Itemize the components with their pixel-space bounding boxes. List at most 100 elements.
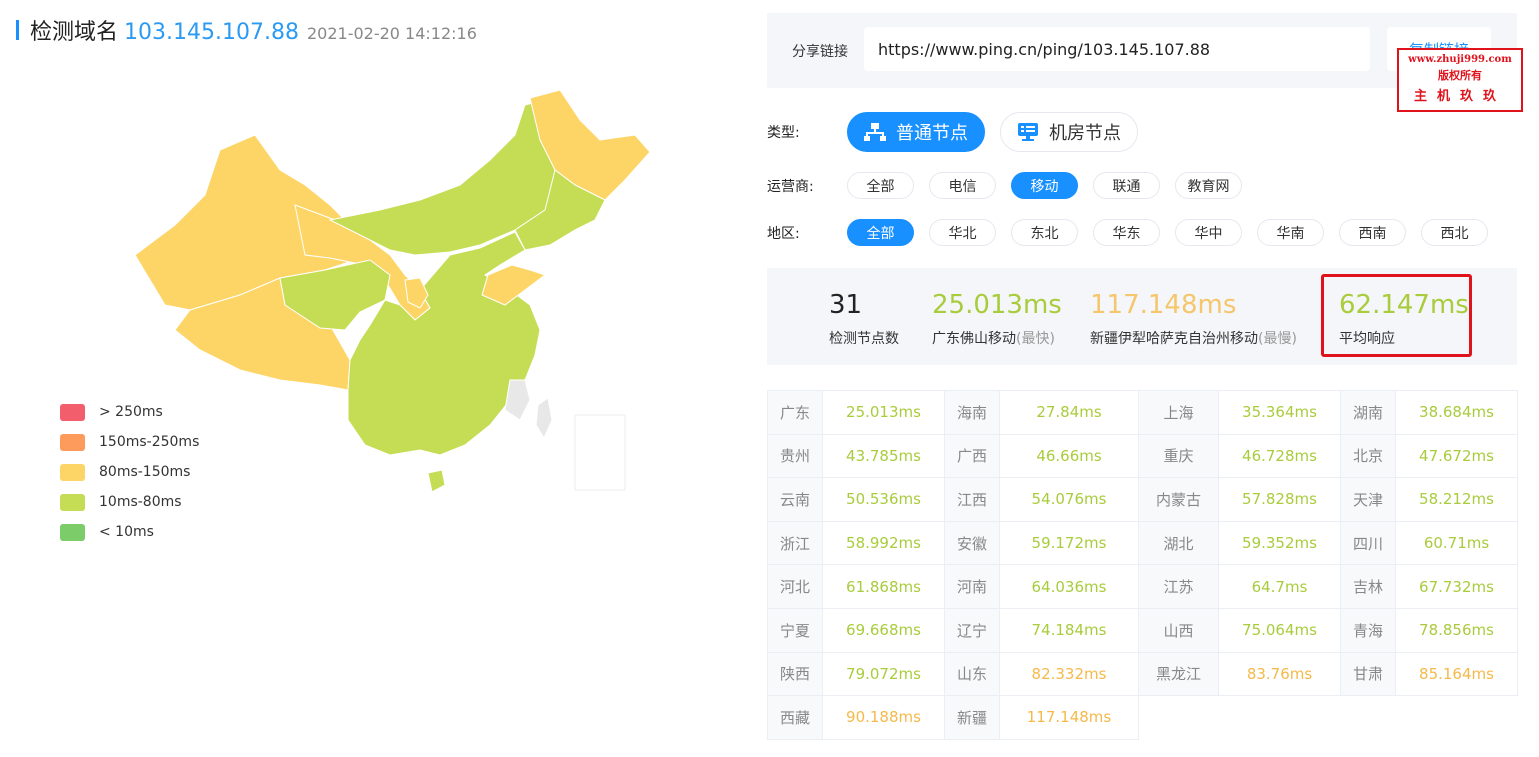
isp-mobile-button[interactable]: 移动 (1011, 172, 1078, 199)
isp-filter-label: 运营商: (767, 178, 814, 195)
region-south-button[interactable]: 华南 (1257, 219, 1324, 246)
region-east-button[interactable]: 华东 (1093, 219, 1160, 246)
latency-cell: 38.684ms (1395, 390, 1518, 435)
province-cell: 四川 (1340, 520, 1396, 566)
stat-slowest-location: 新疆伊犁哈萨克自治州移动 (1090, 331, 1258, 347)
map-region-hainan[interactable] (427, 469, 446, 493)
stat-slowest: 117.148ms 新疆伊犁哈萨克自治州移动(最慢) (1090, 288, 1297, 348)
isp-unicom-button[interactable]: 联通 (1093, 172, 1160, 199)
latency-cell: 27.84ms (999, 390, 1139, 435)
table-row: 广东 25.013ms 海南 27.84ms 上海 35.364ms 湖南 38.684ms (767, 390, 1518, 435)
province-cell: 陕西 (767, 651, 823, 697)
province-cell: 广东 (767, 390, 823, 435)
province-cell: 内蒙古 (1138, 477, 1219, 522)
latency-cell: 67.732ms (1395, 564, 1518, 609)
legend-item: 80ms-150ms (60, 457, 199, 487)
region-northwest-button[interactable]: 西北 (1421, 219, 1488, 246)
region-filter-row: 地区: 全部 华北 东北 华东 华中 华南 西南 西北 (767, 219, 1503, 246)
legend-item: < 10ms (60, 517, 199, 547)
latency-cell: 69.668ms (822, 607, 945, 653)
province-cell: 黑龙江 (1138, 651, 1219, 697)
region-southwest-button[interactable]: 西南 (1339, 219, 1406, 246)
type-datacenter-node-label: 机房节点 (1049, 123, 1121, 144)
watermark-url: www.zhuji999.com (1408, 54, 1512, 65)
province-cell: 重庆 (1138, 433, 1219, 479)
legend-label: 80ms-150ms (99, 464, 191, 480)
province-cell: 山东 (944, 651, 1000, 697)
isp-telecom-button[interactable]: 电信 (929, 172, 996, 199)
latency-cell: 83.76ms (1218, 651, 1341, 697)
province-cell: 广西 (944, 433, 1000, 479)
latency-cell: 57.828ms (1218, 477, 1341, 522)
legend-item: > 250ms (60, 397, 199, 427)
type-datacenter-node-button[interactable]: 机房节点 (1000, 112, 1138, 152)
province-cell: 天津 (1340, 477, 1396, 522)
target-ip: 103.145.107.88 (124, 20, 299, 45)
type-normal-node-button[interactable]: 普通节点 (847, 112, 985, 152)
table-row: 宁夏 69.668ms 辽宁 74.184ms 山西 75.064ms 青海 78.856ms (767, 607, 1518, 653)
legend-item: 150ms-250ms (60, 427, 199, 457)
results-table: 广东 25.013ms 海南 27.84ms 上海 35.364ms 湖南 38.684ms 贵… (767, 390, 1518, 740)
table-row: 云南 50.536ms 江西 54.076ms 内蒙古 57.828ms 天津 58.212m… (767, 477, 1518, 522)
latency-cell: 46.66ms (999, 433, 1139, 479)
server-icon (1018, 123, 1038, 141)
isp-edu-button[interactable]: 教育网 (1175, 172, 1242, 199)
province-cell: 湖南 (1340, 390, 1396, 435)
province-cell: 湖北 (1138, 520, 1219, 566)
latency-cell: 117.148ms (999, 695, 1139, 740)
map-region-fujian[interactable] (504, 379, 531, 421)
latency-cell: 60.71ms (1395, 520, 1518, 566)
isp-all-button[interactable]: 全部 (847, 172, 914, 199)
latency-legend: > 250ms 150ms-250ms 80ms-150ms 10ms-80ms… (60, 397, 199, 547)
latency-cell: 82.332ms (999, 651, 1139, 697)
table-row: 河北 61.868ms 河南 64.036ms 江苏 64.7ms 吉林 67.732ms (767, 564, 1518, 609)
latency-cell: 50.536ms (822, 477, 945, 522)
province-cell: 吉林 (1340, 564, 1396, 609)
page-header: 检测域名 103.145.107.88 2021-02-20 14:12:16 (16, 14, 477, 45)
latency-cell: 74.184ms (999, 607, 1139, 653)
province-cell: 辽宁 (944, 607, 1000, 653)
stat-fastest: 25.013ms 广东佛山移动(最快) (932, 288, 1062, 348)
latency-cell: 25.013ms (822, 390, 945, 435)
region-central-button[interactable]: 华中 (1175, 219, 1242, 246)
page-title: 检测域名 (30, 20, 119, 45)
isp-filter-row: 运营商: 全部 电信 移动 联通 教育网 (767, 172, 1257, 199)
latency-cell: 61.868ms (822, 564, 945, 609)
stat-slowest-tag: (最慢) (1258, 331, 1297, 347)
type-filter-label: 类型: (767, 125, 800, 141)
latency-cell: 46.728ms (1218, 433, 1341, 479)
stat-fastest-value: 25.013ms (932, 290, 1062, 320)
stat-node-count: 31 检测节点数 (829, 288, 899, 348)
province-cell: 安徽 (944, 520, 1000, 566)
legend-swatch (60, 493, 85, 511)
province-cell: 海南 (944, 390, 1000, 435)
empty-cell (1340, 695, 1396, 740)
province-cell: 西藏 (767, 695, 823, 740)
legend-swatch (60, 403, 85, 421)
latency-cell: 78.856ms (1395, 607, 1518, 653)
province-cell: 江苏 (1138, 564, 1219, 609)
province-cell: 河北 (767, 564, 823, 609)
china-latency-map (134, 89, 651, 493)
header-accent-bar (16, 20, 19, 40)
latency-cell: 75.064ms (1218, 607, 1341, 653)
map-region-taiwan[interactable] (535, 397, 553, 440)
region-northeast-button[interactable]: 东北 (1011, 219, 1078, 246)
region-all-button[interactable]: 全部 (847, 219, 914, 246)
province-cell: 云南 (767, 477, 823, 522)
test-timestamp: 2021-02-20 14:12:16 (306, 24, 477, 43)
legend-swatch (60, 463, 85, 481)
province-cell: 浙江 (767, 520, 823, 566)
average-highlight-box (1321, 274, 1472, 357)
share-url-input[interactable] (864, 27, 1370, 71)
stat-slowest-value: 117.148ms (1090, 290, 1237, 320)
latency-cell: 64.036ms (999, 564, 1139, 609)
legend-label: 150ms-250ms (99, 434, 200, 450)
legend-swatch (60, 523, 85, 541)
province-cell: 贵州 (767, 433, 823, 479)
stat-fastest-tag: (最快) (1016, 331, 1055, 347)
region-north-button[interactable]: 华北 (929, 219, 996, 246)
share-label: 分享链接 (792, 44, 848, 60)
empty-cell (1395, 695, 1518, 740)
stat-node-count-label: 检测节点数 (829, 331, 899, 347)
